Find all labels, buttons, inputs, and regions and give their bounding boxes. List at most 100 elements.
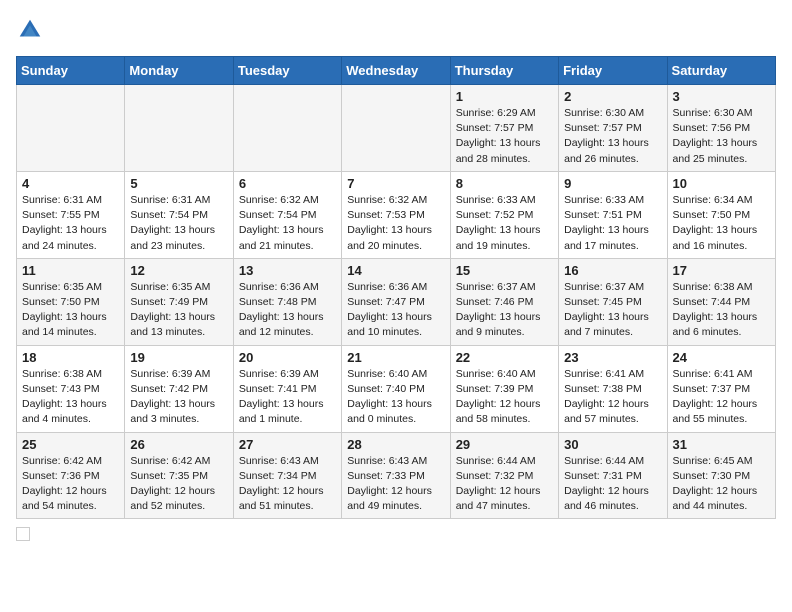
calendar-body: 1 Sunrise: 6:29 AMSunset: 7:57 PMDaylight… [17, 85, 776, 519]
day-info: Sunrise: 6:31 AMSunset: 7:54 PMDaylight:… [130, 193, 227, 254]
calendar-week: 18 Sunrise: 6:38 AMSunset: 7:43 PMDayligh… [17, 345, 776, 432]
table-row: 12 Sunrise: 6:35 AMSunset: 7:49 PMDayligh… [125, 258, 233, 345]
table-row: 16 Sunrise: 6:37 AMSunset: 7:45 PMDayligh… [559, 258, 667, 345]
table-row: 24 Sunrise: 6:41 AMSunset: 7:37 PMDayligh… [667, 345, 775, 432]
day-number: 14 [347, 263, 444, 278]
day-info: Sunrise: 6:41 AMSunset: 7:38 PMDaylight:… [564, 367, 661, 428]
table-row: 26 Sunrise: 6:42 AMSunset: 7:35 PMDayligh… [125, 432, 233, 519]
day-number: 30 [564, 437, 661, 452]
day-info: Sunrise: 6:44 AMSunset: 7:31 PMDaylight:… [564, 454, 661, 515]
day-number: 16 [564, 263, 661, 278]
day-info: Sunrise: 6:36 AMSunset: 7:48 PMDaylight:… [239, 280, 336, 341]
table-row: 30 Sunrise: 6:44 AMSunset: 7:31 PMDayligh… [559, 432, 667, 519]
day-info: Sunrise: 6:39 AMSunset: 7:41 PMDaylight:… [239, 367, 336, 428]
table-row: 13 Sunrise: 6:36 AMSunset: 7:48 PMDayligh… [233, 258, 341, 345]
day-info: Sunrise: 6:35 AMSunset: 7:49 PMDaylight:… [130, 280, 227, 341]
day-info: Sunrise: 6:32 AMSunset: 7:54 PMDaylight:… [239, 193, 336, 254]
day-info: Sunrise: 6:43 AMSunset: 7:34 PMDaylight:… [239, 454, 336, 515]
calendar-table: SundayMondayTuesdayWednesdayThursdayFrid… [16, 56, 776, 519]
table-row: 19 Sunrise: 6:39 AMSunset: 7:42 PMDayligh… [125, 345, 233, 432]
day-number: 26 [130, 437, 227, 452]
logo-icon [16, 16, 44, 44]
day-number: 23 [564, 350, 661, 365]
day-number: 18 [22, 350, 119, 365]
calendar-week: 25 Sunrise: 6:42 AMSunset: 7:36 PMDayligh… [17, 432, 776, 519]
day-info: Sunrise: 6:32 AMSunset: 7:53 PMDaylight:… [347, 193, 444, 254]
day-number: 9 [564, 176, 661, 191]
table-row: 5 Sunrise: 6:31 AMSunset: 7:54 PMDaylight… [125, 171, 233, 258]
day-info: Sunrise: 6:30 AMSunset: 7:56 PMDaylight:… [673, 106, 770, 167]
day-number: 25 [22, 437, 119, 452]
table-row: 6 Sunrise: 6:32 AMSunset: 7:54 PMDaylight… [233, 171, 341, 258]
day-info: Sunrise: 6:44 AMSunset: 7:32 PMDaylight:… [456, 454, 553, 515]
table-row: 1 Sunrise: 6:29 AMSunset: 7:57 PMDaylight… [450, 85, 558, 172]
day-info: Sunrise: 6:33 AMSunset: 7:51 PMDaylight:… [564, 193, 661, 254]
day-number: 15 [456, 263, 553, 278]
table-row: 28Sunrise: 6:43 AMSunset: 7:33 PMDayligh… [342, 432, 450, 519]
day-info: Sunrise: 6:40 AMSunset: 7:39 PMDaylight:… [456, 367, 553, 428]
day-info: Sunrise: 6:33 AMSunset: 7:52 PMDaylight:… [456, 193, 553, 254]
table-row: 25 Sunrise: 6:42 AMSunset: 7:36 PMDayligh… [17, 432, 125, 519]
day-info: Sunrise: 6:38 AMSunset: 7:44 PMDaylight:… [673, 280, 770, 341]
day-info: Sunrise: 6:36 AMSunset: 7:47 PMDaylight:… [347, 280, 444, 341]
table-row: 18 Sunrise: 6:38 AMSunset: 7:43 PMDayligh… [17, 345, 125, 432]
table-row: 7 Sunrise: 6:32 AMSunset: 7:53 PMDaylight… [342, 171, 450, 258]
day-info: Sunrise: 6:37 AMSunset: 7:45 PMDaylight:… [564, 280, 661, 341]
table-row: 17Sunrise: 6:38 AMSunset: 7:44 PMDayligh… [667, 258, 775, 345]
table-row: 31Sunrise: 6:45 AMSunset: 7:30 PMDayligh… [667, 432, 775, 519]
header-day: Tuesday [233, 57, 341, 85]
table-row: 15 Sunrise: 6:37 AMSunset: 7:46 PMDayligh… [450, 258, 558, 345]
day-number: 11 [22, 263, 119, 278]
day-number: 21 [347, 350, 444, 365]
header-day: Sunday [17, 57, 125, 85]
logo [16, 16, 48, 44]
day-number: 4 [22, 176, 119, 191]
day-info: Sunrise: 6:29 AMSunset: 7:57 PMDaylight:… [456, 106, 553, 167]
header-day: Wednesday [342, 57, 450, 85]
day-number: 19 [130, 350, 227, 365]
table-row: 11Sunrise: 6:35 AMSunset: 7:50 PMDayligh… [17, 258, 125, 345]
page-header [16, 16, 776, 44]
table-row: 21Sunrise: 6:40 AMSunset: 7:40 PMDayligh… [342, 345, 450, 432]
header-day: Thursday [450, 57, 558, 85]
day-info: Sunrise: 6:42 AMSunset: 7:35 PMDaylight:… [130, 454, 227, 515]
table-row: 8Sunrise: 6:33 AMSunset: 7:52 PMDaylight… [450, 171, 558, 258]
day-number: 2 [564, 89, 661, 104]
day-number: 7 [347, 176, 444, 191]
day-number: 22 [456, 350, 553, 365]
day-number: 27 [239, 437, 336, 452]
header-row: SundayMondayTuesdayWednesdayThursdayFrid… [17, 57, 776, 85]
day-number: 13 [239, 263, 336, 278]
table-row: 10Sunrise: 6:34 AMSunset: 7:50 PMDayligh… [667, 171, 775, 258]
day-number: 12 [130, 263, 227, 278]
table-row: 27 Sunrise: 6:43 AMSunset: 7:34 PMDayligh… [233, 432, 341, 519]
day-info: Sunrise: 6:42 AMSunset: 7:36 PMDaylight:… [22, 454, 119, 515]
calendar-week: 11Sunrise: 6:35 AMSunset: 7:50 PMDayligh… [17, 258, 776, 345]
header-day: Saturday [667, 57, 775, 85]
table-row: 23 Sunrise: 6:41 AMSunset: 7:38 PMDayligh… [559, 345, 667, 432]
day-number: 10 [673, 176, 770, 191]
calendar-week: 1 Sunrise: 6:29 AMSunset: 7:57 PMDaylight… [17, 85, 776, 172]
day-info: Sunrise: 6:41 AMSunset: 7:37 PMDaylight:… [673, 367, 770, 428]
table-row [17, 85, 125, 172]
table-row: 14 Sunrise: 6:36 AMSunset: 7:47 PMDayligh… [342, 258, 450, 345]
table-row [342, 85, 450, 172]
day-number: 1 [456, 89, 553, 104]
day-info: Sunrise: 6:38 AMSunset: 7:43 PMDaylight:… [22, 367, 119, 428]
day-number: 3 [673, 89, 770, 104]
header-day: Monday [125, 57, 233, 85]
table-row [125, 85, 233, 172]
day-number: 5 [130, 176, 227, 191]
day-number: 24 [673, 350, 770, 365]
table-row: 9 Sunrise: 6:33 AMSunset: 7:51 PMDaylight… [559, 171, 667, 258]
day-number: 6 [239, 176, 336, 191]
day-info: Sunrise: 6:39 AMSunset: 7:42 PMDaylight:… [130, 367, 227, 428]
day-info: Sunrise: 6:30 AMSunset: 7:57 PMDaylight:… [564, 106, 661, 167]
table-row: 4 Sunrise: 6:31 AMSunset: 7:55 PMDaylight… [17, 171, 125, 258]
table-row: 22 Sunrise: 6:40 AMSunset: 7:39 PMDayligh… [450, 345, 558, 432]
day-info: Sunrise: 6:31 AMSunset: 7:55 PMDaylight:… [22, 193, 119, 254]
day-number: 28 [347, 437, 444, 452]
table-row: 20Sunrise: 6:39 AMSunset: 7:41 PMDayligh… [233, 345, 341, 432]
day-info: Sunrise: 6:37 AMSunset: 7:46 PMDaylight:… [456, 280, 553, 341]
day-number: 29 [456, 437, 553, 452]
